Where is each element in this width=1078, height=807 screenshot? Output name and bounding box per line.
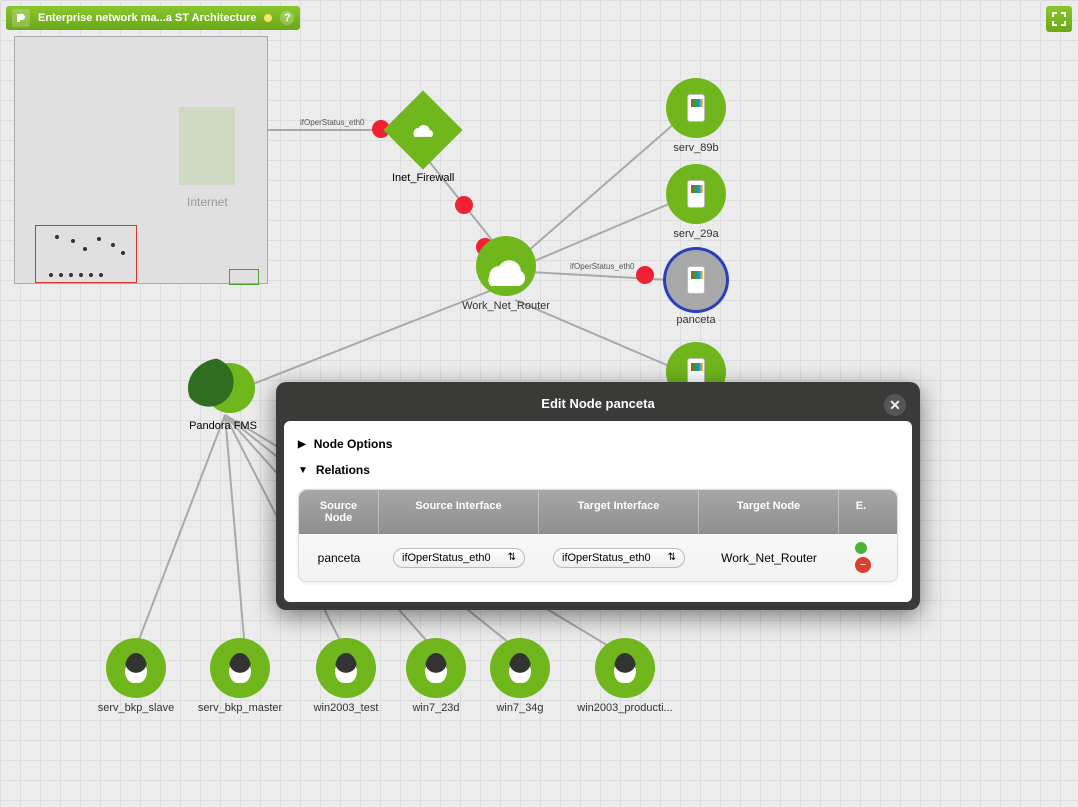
node-label: serv_bkp_slave [98, 702, 174, 714]
relations-table: Source Node Source Interface Target Inte… [298, 489, 898, 582]
minimap-dot [89, 273, 93, 277]
th-source-node: Source Node [299, 490, 379, 534]
select-value: ifOperStatus_eth0 [562, 552, 651, 564]
server-icon [666, 250, 726, 310]
minimap-dot [71, 239, 75, 243]
caret-icon: ⇅ [508, 552, 516, 563]
cell-actions: − [839, 542, 883, 573]
status-critical-icon [636, 266, 654, 284]
node-label: win2003_test [314, 702, 379, 714]
node-label: win2003_producti... [577, 702, 672, 714]
edge-label: ifOperStatus_eth0 [570, 262, 634, 271]
node-win2003-producti[interactable]: win2003_producti... [570, 638, 680, 714]
minimap-highlight [229, 269, 259, 285]
section-label: Node Options [314, 437, 393, 451]
minimap-block [179, 107, 235, 185]
node-label: win7_23d [412, 702, 459, 714]
router-icon [476, 236, 536, 296]
minimap-dot [97, 237, 101, 241]
linux-icon [595, 638, 655, 698]
minimap-dot [49, 273, 53, 277]
node-label: serv_89b [673, 142, 718, 154]
help-icon[interactable]: ? [280, 11, 294, 25]
th-source-interface: Source Interface [379, 490, 539, 534]
node-router[interactable]: Work_Net_Router [466, 236, 546, 312]
th-e: E. [839, 490, 883, 534]
page-title: Enterprise network ma...a ST Architectur… [38, 12, 256, 24]
section-relations[interactable]: ▼ Relations [298, 457, 898, 483]
table-header: Source Node Source Interface Target Inte… [299, 490, 897, 534]
node-win7-23d[interactable]: win7_23d [396, 638, 476, 714]
node-label: Pandora FMS [178, 420, 268, 432]
target-interface-select[interactable]: ifOperStatus_eth0 ⇅ [553, 548, 685, 568]
minimap-dot [121, 251, 125, 255]
edit-node-dialog: Edit Node panceta ✕ ▶ Node Options ▼ Rel… [276, 382, 920, 610]
minimap-dot [111, 243, 115, 247]
minimap-dot [69, 273, 73, 277]
node-firewall[interactable]: Inet_Firewall [392, 102, 454, 184]
minimap[interactable]: Internet [14, 36, 268, 284]
fullscreen-button[interactable] [1046, 6, 1072, 32]
node-label: serv_bkp_master [198, 702, 282, 714]
node-panceta[interactable]: panceta [656, 250, 736, 326]
node-serv-29a[interactable]: serv_29a [656, 164, 736, 240]
chevron-right-icon: ▶ [298, 439, 306, 450]
status-ok-icon [855, 542, 867, 554]
linux-icon [490, 638, 550, 698]
minimap-dot [55, 235, 59, 239]
minimap-dot [79, 273, 83, 277]
node-serv-bkp-master[interactable]: serv_bkp_master [200, 638, 280, 714]
table-row: panceta ifOperStatus_eth0 ⇅ ifOperStatus… [299, 534, 897, 581]
th-target-interface: Target Interface [539, 490, 699, 534]
node-serv-89b[interactable]: serv_89b [656, 78, 736, 154]
titlebar: Enterprise network ma...a ST Architectur… [6, 6, 300, 30]
app-logo-icon[interactable] [12, 9, 30, 27]
linux-icon [210, 638, 270, 698]
select-value: ifOperStatus_eth0 [402, 552, 491, 564]
source-interface-select[interactable]: ifOperStatus_eth0 ⇅ [393, 548, 525, 568]
section-node-options[interactable]: ▶ Node Options [298, 431, 898, 457]
pandora-logo-icon [188, 358, 258, 418]
minimap-dot [83, 247, 87, 251]
cell-target-node: Work_Net_Router [699, 551, 839, 565]
chevron-down-icon: ▼ [298, 465, 308, 476]
linux-icon [316, 638, 376, 698]
delete-relation-button[interactable]: − [855, 557, 871, 573]
server-icon [666, 164, 726, 224]
node-win2003-test[interactable]: win2003_test [306, 638, 386, 714]
status-critical-icon [455, 196, 473, 214]
minimap-dot [59, 273, 63, 277]
linux-icon [406, 638, 466, 698]
node-label: win7_34g [496, 702, 543, 714]
linux-icon [106, 638, 166, 698]
minimap-dot [99, 273, 103, 277]
close-icon[interactable]: ✕ [884, 394, 906, 416]
status-dot-icon [264, 14, 272, 22]
node-label: panceta [676, 314, 715, 326]
node-label: Work_Net_Router [462, 300, 550, 312]
edge-label: ifOperStatus_eth0 [300, 118, 364, 127]
th-target-node: Target Node [699, 490, 839, 534]
caret-icon: ⇅ [668, 552, 676, 563]
dialog-body: ▶ Node Options ▼ Relations Source Node S… [284, 421, 912, 602]
cell-source-node: panceta [299, 551, 379, 565]
node-win7-34g[interactable]: win7_34g [480, 638, 560, 714]
node-label: serv_29a [673, 228, 718, 240]
minimap-label: Internet [187, 195, 228, 209]
firewall-icon [384, 90, 463, 169]
dialog-header[interactable]: Edit Node panceta ✕ [284, 390, 912, 421]
node-serv-bkp-slave[interactable]: serv_bkp_slave [96, 638, 176, 714]
section-label: Relations [316, 463, 370, 477]
dialog-title: Edit Node panceta [541, 396, 654, 411]
node-pandora[interactable]: Pandora FMS [178, 358, 268, 432]
node-label: Inet_Firewall [392, 172, 454, 184]
server-icon [666, 78, 726, 138]
